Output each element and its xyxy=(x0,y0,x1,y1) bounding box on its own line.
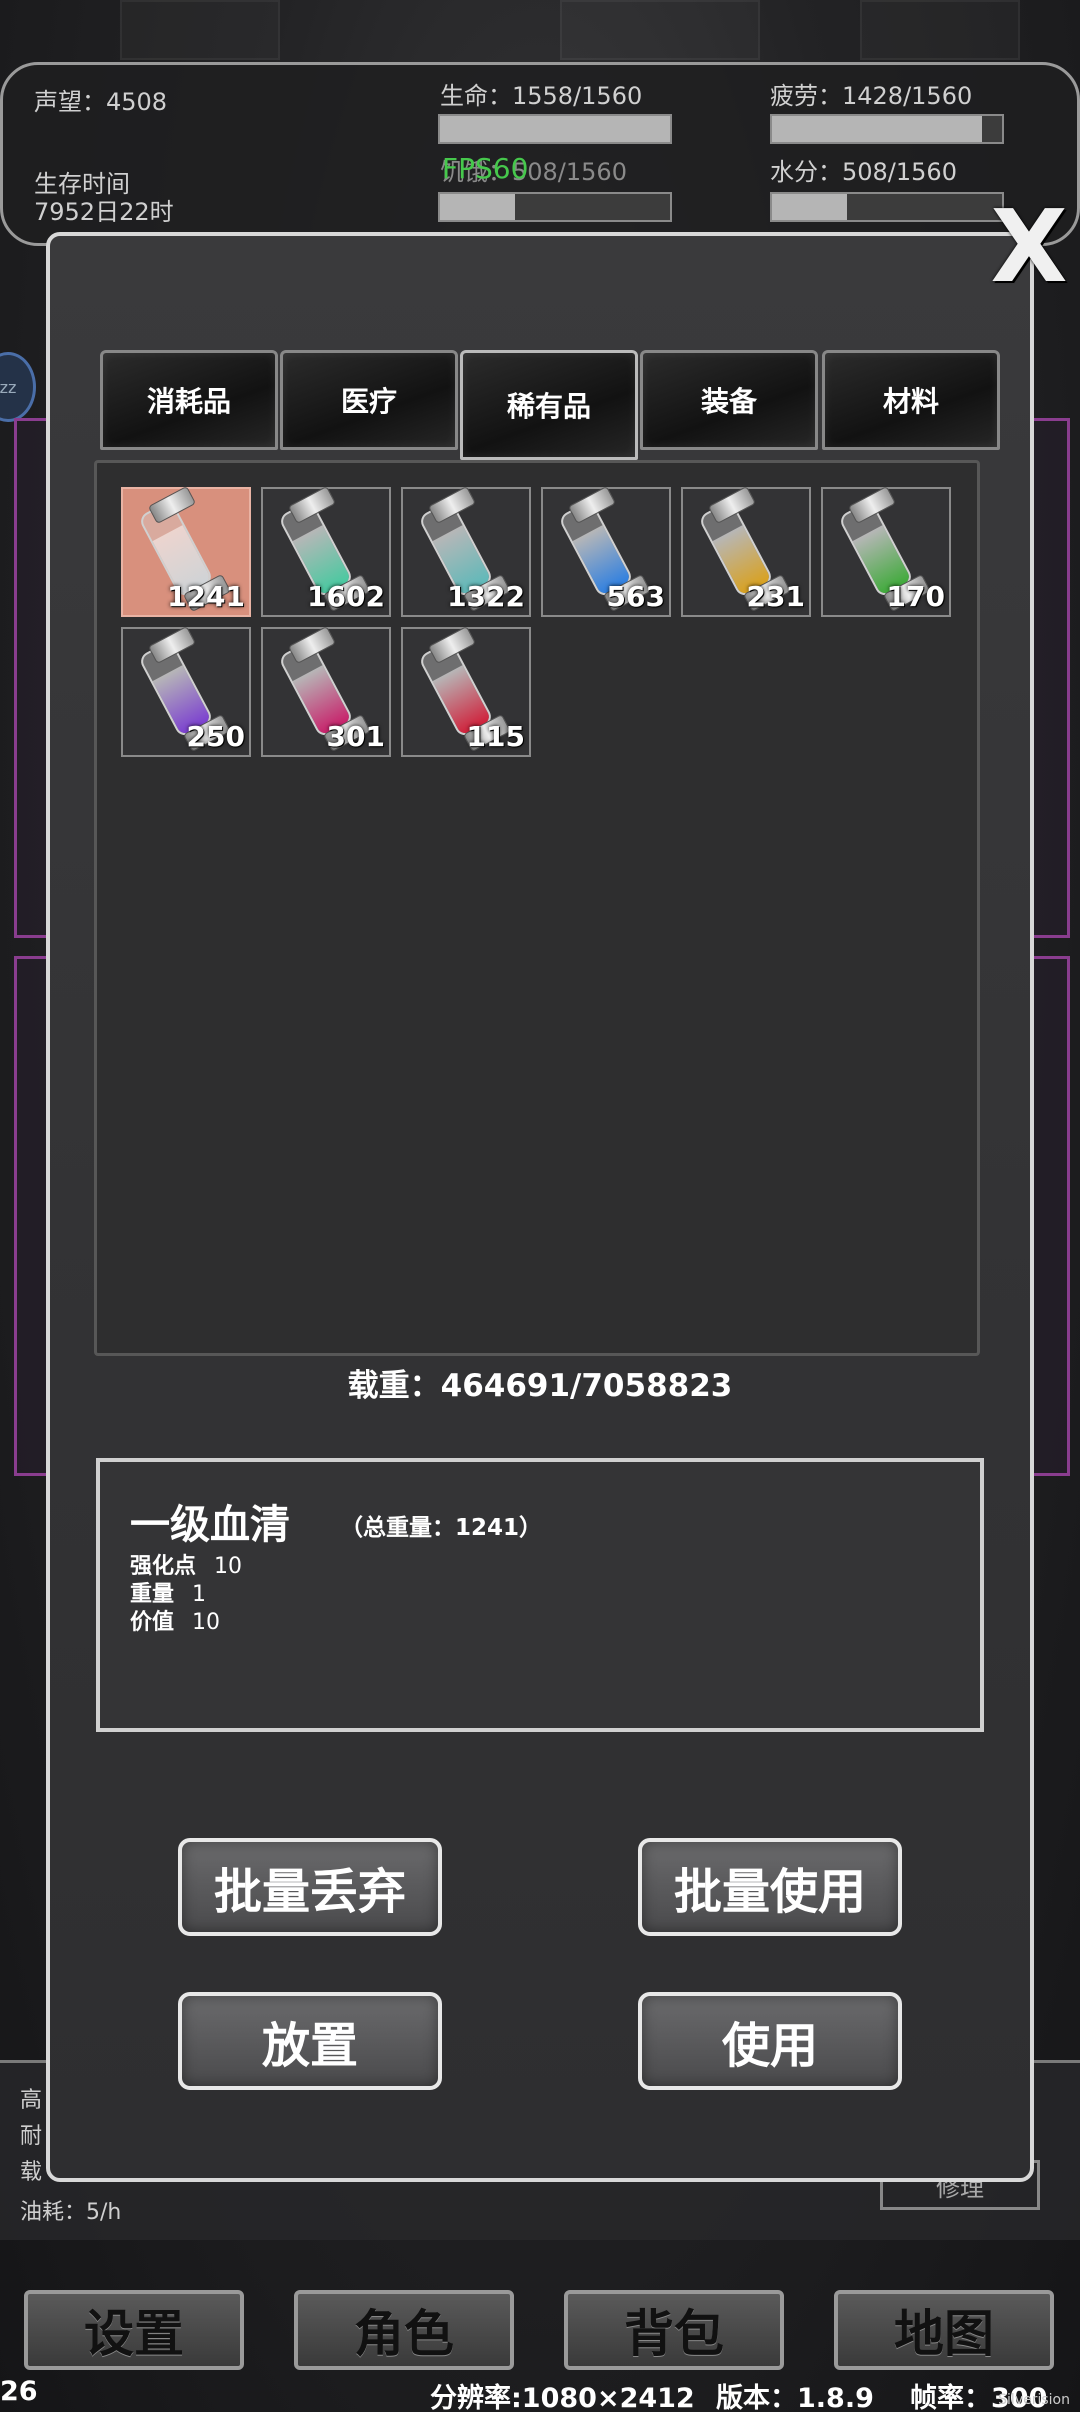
life-label: 生命：1558/1560 xyxy=(440,82,643,110)
corner-watermark: Silverision xyxy=(998,2392,1070,2408)
inventory-slot[interactable]: 1241 xyxy=(121,485,251,617)
detail-row-value: 价值 10 xyxy=(130,1604,220,1636)
inventory-tabs: 消耗品 医疗 稀有品 装备 材料 xyxy=(100,350,1000,460)
batch-use-button[interactable]: 批量使用 xyxy=(638,1838,902,1936)
inventory-slot[interactable]: 301 xyxy=(261,625,391,757)
vehicle-row-1: 高 xyxy=(20,2088,43,2113)
item-count: 563 xyxy=(606,580,665,613)
tab-equipment[interactable]: 装备 xyxy=(640,350,818,450)
item-total-weight: （总重量：1241） xyxy=(340,1515,543,1541)
life-bar-fill xyxy=(440,116,670,142)
detail-label: 价值 xyxy=(130,1610,175,1635)
water-bar xyxy=(770,192,1004,222)
item-grid-panel: 1241 1602 1322 563 231 170 250 301 115 xyxy=(94,460,980,1356)
inventory-slot[interactable]: 1322 xyxy=(401,485,531,617)
nav-settings-button[interactable]: 设置 xyxy=(24,2290,244,2370)
inventory-slot[interactable]: 1602 xyxy=(261,485,391,617)
survival-time-value: 7952日22时 xyxy=(34,198,174,226)
fps-counter: FPS60 xyxy=(442,152,529,185)
inventory-slot[interactable]: 231 xyxy=(681,485,811,617)
hunger-bar-fill xyxy=(440,194,515,220)
water-bar-fill xyxy=(772,194,847,220)
tab-materials[interactable]: 材料 xyxy=(822,350,1000,450)
detail-value: 10 xyxy=(214,1554,243,1579)
nav-character-button[interactable]: 角色 xyxy=(294,2290,514,2370)
item-count: 231 xyxy=(746,580,805,613)
footer-left-value: 26 xyxy=(0,2376,38,2407)
item-count: 301 xyxy=(326,720,385,753)
life-bar xyxy=(438,114,672,144)
tab-rare-items[interactable]: 稀有品 xyxy=(460,350,638,460)
reputation-label: 声望：4508 xyxy=(34,88,168,116)
hunger-bar xyxy=(438,192,672,222)
fuel-consumption: 油耗：5/h xyxy=(20,2200,122,2225)
item-count: 115 xyxy=(466,720,525,753)
inventory-slot[interactable]: 250 xyxy=(121,625,251,757)
use-button[interactable]: 使用 xyxy=(638,1992,902,2090)
place-button[interactable]: 放置 xyxy=(178,1992,442,2090)
background-building xyxy=(560,0,760,60)
water-label: 水分：508/1560 xyxy=(770,158,957,186)
item-count: 250 xyxy=(186,720,245,753)
nav-backpack-button[interactable]: 背包 xyxy=(564,2290,784,2370)
item-count: 170 xyxy=(886,580,945,613)
batch-drop-button[interactable]: 批量丢弃 xyxy=(178,1838,442,1936)
item-detail-panel: 一级血清 （总重量：1241） 强化点 10 重量 1 价值 10 xyxy=(96,1458,984,1732)
inventory-slot[interactable]: 115 xyxy=(401,625,531,757)
item-count: 1322 xyxy=(447,580,525,613)
nav-map-button[interactable]: 地图 xyxy=(834,2290,1054,2370)
fatigue-bar-fill xyxy=(772,116,983,142)
detail-value: 10 xyxy=(192,1610,221,1635)
fatigue-bar xyxy=(770,114,1004,144)
tab-consumables[interactable]: 消耗品 xyxy=(100,350,278,450)
background-building xyxy=(860,0,1020,60)
footer-version: 版本：1.8.9 xyxy=(716,2383,874,2412)
tab-medical[interactable]: 医疗 xyxy=(280,350,458,450)
inventory-slot[interactable]: 563 xyxy=(541,485,671,617)
item-count: 1241 xyxy=(167,580,245,613)
background-building xyxy=(120,0,280,60)
vehicle-row-3: 载 xyxy=(20,2160,43,2185)
fatigue-label: 疲劳：1428/1560 xyxy=(770,82,973,110)
vehicle-row-2: 耐 xyxy=(20,2124,43,2149)
side-panel-right xyxy=(1030,418,1070,938)
carry-weight: 载重：464691/7058823 xyxy=(347,1368,733,1404)
close-icon[interactable]: X xyxy=(990,197,1068,297)
inventory-slot[interactable]: 170 xyxy=(821,485,951,617)
footer-resolution: 分辨率:1080×2412 xyxy=(430,2383,695,2412)
item-count: 1602 xyxy=(307,580,385,613)
item-name: 一级血清 xyxy=(130,1502,290,1548)
